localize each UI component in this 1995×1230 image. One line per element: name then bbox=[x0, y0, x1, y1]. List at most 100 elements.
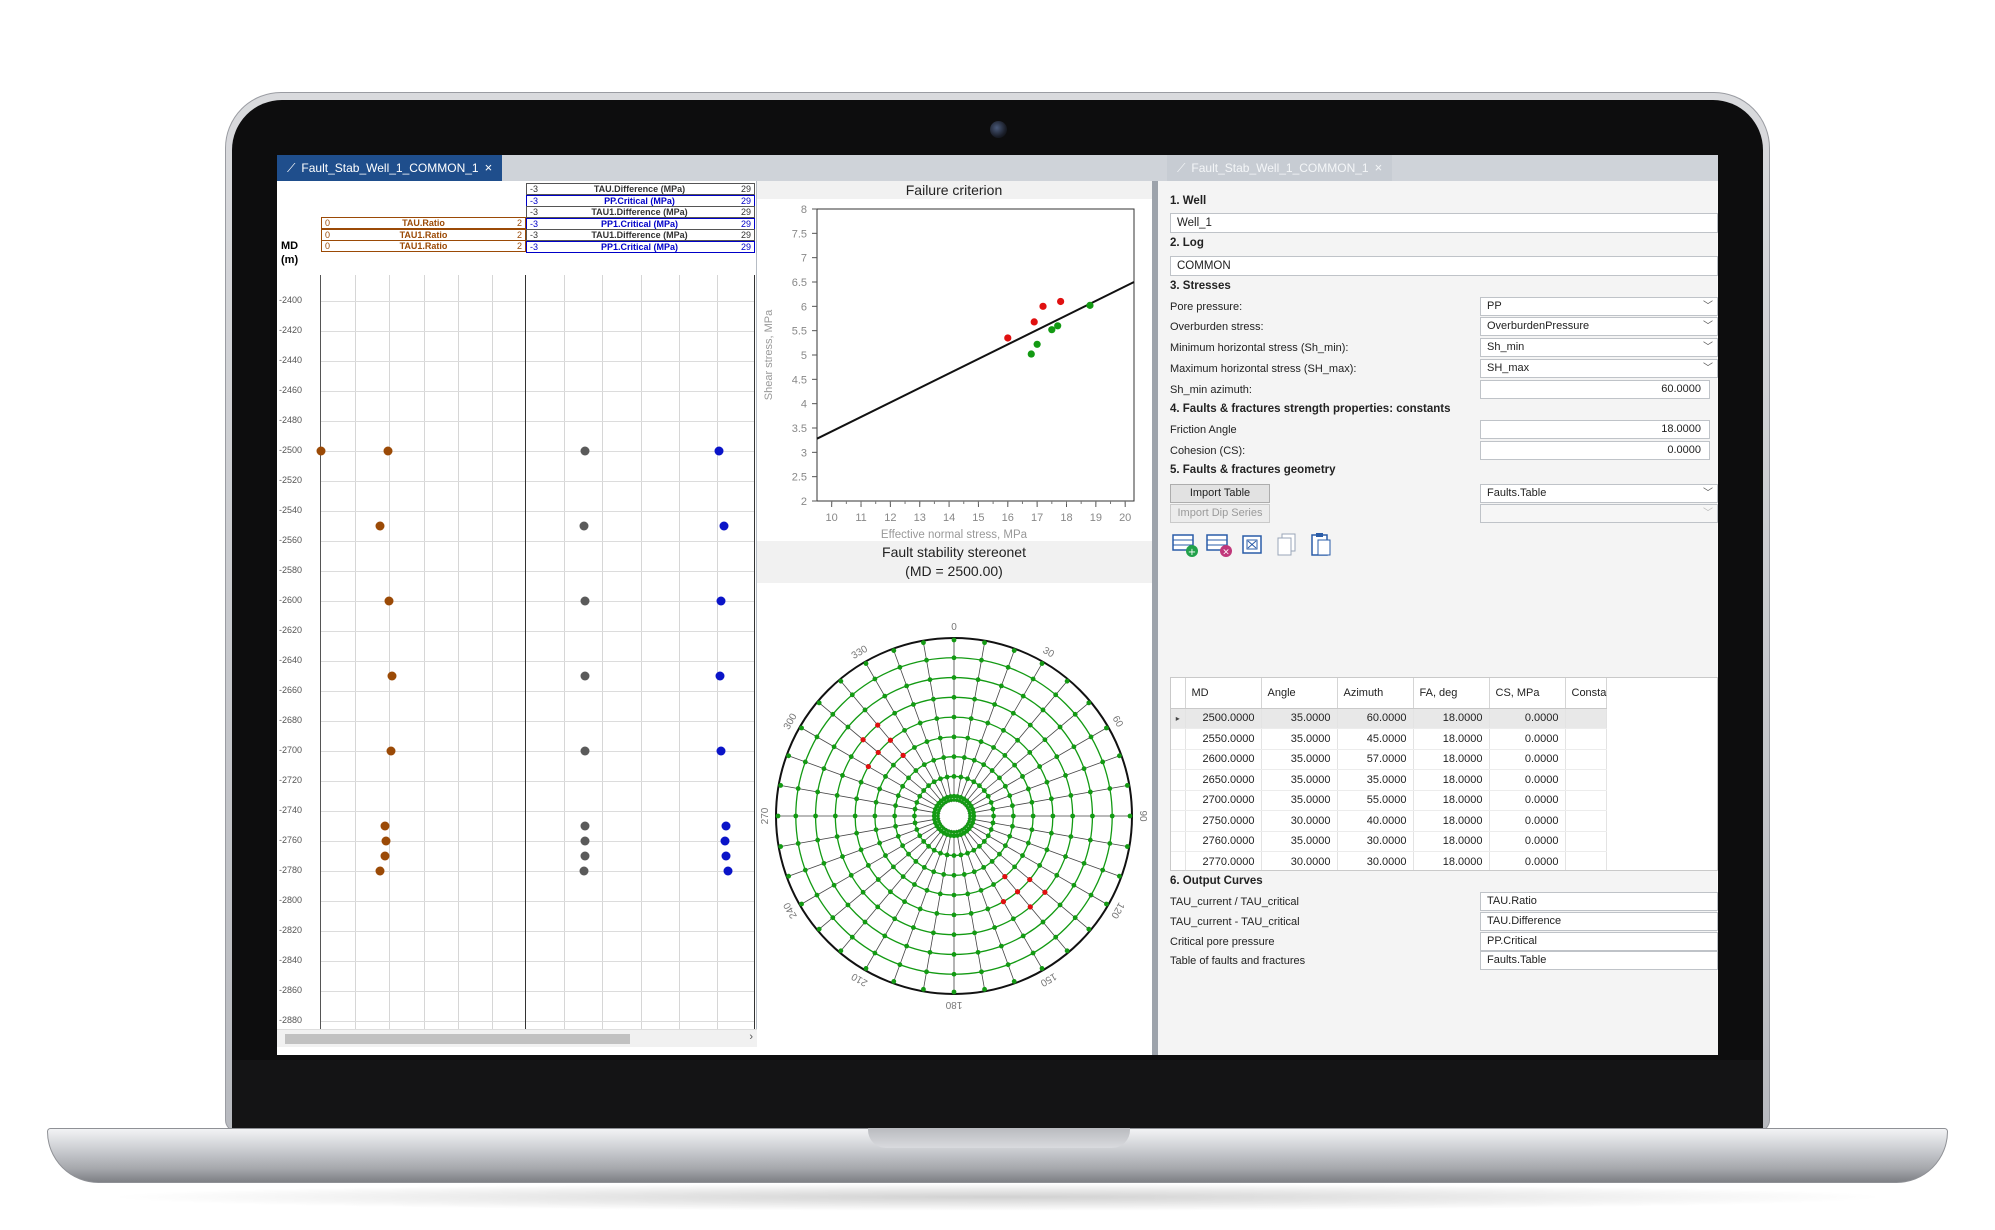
tab-fault-stab-left[interactable]: ⟋ Fault_Stab_Well_1_COMMON_1 × bbox=[277, 155, 503, 181]
row-selector[interactable] bbox=[1171, 790, 1186, 811]
ratio-track[interactable] bbox=[316, 275, 526, 1029]
import-dip-button[interactable]: Import Dip Series bbox=[1170, 504, 1270, 523]
remove-row-icon[interactable]: × bbox=[1204, 531, 1234, 559]
table-row[interactable]: 2550.0000 35.0000 45.0000 18.0000 0.0000 bbox=[1171, 728, 1608, 750]
paste-icon[interactable] bbox=[1306, 531, 1336, 559]
log-field[interactable]: COMMON bbox=[1170, 256, 1718, 276]
track-header-3[interactable]: -3 TAU1.Difference (MPa) 29 bbox=[526, 206, 755, 218]
close-icon[interactable]: × bbox=[1375, 155, 1383, 181]
table-cell[interactable] bbox=[1565, 851, 1608, 870]
table-cell[interactable]: 35.0000 bbox=[1261, 831, 1338, 852]
table-row[interactable]: ▸ 2500.0000 35.0000 60.0000 18.0000 0.0000 bbox=[1171, 708, 1608, 729]
column-header[interactable]: MD bbox=[1185, 678, 1262, 709]
horizontal-scrollbar[interactable]: › bbox=[277, 1029, 757, 1047]
table-cell[interactable]: 18.0000 bbox=[1413, 749, 1490, 770]
import-dip-select[interactable]: ﹀ bbox=[1480, 504, 1718, 523]
table-cell[interactable]: 2600.0000 bbox=[1185, 749, 1262, 770]
row-selector[interactable] bbox=[1171, 749, 1186, 770]
track-header-left-2[interactable]: 0 TAU1.Ratio 2 bbox=[321, 228, 526, 241]
output-field-difference[interactable]: TAU.Difference bbox=[1480, 912, 1718, 931]
table-cell[interactable]: 2550.0000 bbox=[1185, 728, 1262, 750]
add-row-icon[interactable]: + bbox=[1170, 531, 1200, 559]
table-row[interactable]: 2650.0000 35.0000 35.0000 18.0000 0.0000 bbox=[1171, 769, 1608, 791]
table-cell[interactable]: 2770.0000 bbox=[1185, 851, 1262, 870]
table-cell[interactable]: 30.0000 bbox=[1337, 831, 1414, 852]
output-field-ratio[interactable]: TAU.Ratio bbox=[1480, 892, 1718, 911]
well-field[interactable]: Well_1 bbox=[1170, 213, 1718, 233]
table-cell[interactable]: 0.0000 bbox=[1489, 810, 1566, 832]
table-cell[interactable]: 35.0000 bbox=[1261, 728, 1338, 750]
pore-pressure-select[interactable]: PP ﹀ bbox=[1480, 297, 1718, 316]
column-header[interactable]: Consta bbox=[1565, 678, 1608, 709]
table-cell[interactable]: 2500.0000 bbox=[1185, 708, 1262, 729]
table-row[interactable]: 2770.0000 30.0000 30.0000 18.0000 0.0000 bbox=[1171, 851, 1608, 870]
azimuth-input[interactable]: 60.0000 bbox=[1480, 380, 1710, 399]
table-cell[interactable]: 30.0000 bbox=[1261, 851, 1338, 870]
column-header[interactable]: CS, MPa bbox=[1489, 678, 1566, 709]
table-cell[interactable]: 0.0000 bbox=[1489, 790, 1566, 811]
row-selector[interactable] bbox=[1171, 851, 1186, 870]
output-field-critical[interactable]: PP.Critical bbox=[1480, 932, 1718, 951]
table-cell[interactable] bbox=[1565, 790, 1608, 811]
copy-icon[interactable] bbox=[1272, 531, 1302, 559]
track-header-2[interactable]: -3 PP.Critical (MPa) 29 bbox=[526, 194, 755, 207]
table-cell[interactable]: 35.0000 bbox=[1261, 749, 1338, 770]
table-cell[interactable]: 35.0000 bbox=[1261, 790, 1338, 811]
table-cell[interactable]: 35.0000 bbox=[1261, 769, 1338, 791]
track-header-1[interactable]: -3 TAU.Difference (MPa) 29 bbox=[526, 183, 755, 195]
table-row[interactable]: 2750.0000 30.0000 40.0000 18.0000 0.0000 bbox=[1171, 810, 1608, 832]
table-cell[interactable]: 0.0000 bbox=[1489, 749, 1566, 770]
table-cell[interactable]: 0.0000 bbox=[1489, 728, 1566, 750]
table-cell[interactable]: 2650.0000 bbox=[1185, 769, 1262, 791]
table-cell[interactable] bbox=[1565, 831, 1608, 852]
table-cell[interactable]: 57.0000 bbox=[1337, 749, 1414, 770]
table-cell[interactable]: 18.0000 bbox=[1413, 769, 1490, 791]
scrollbar-thumb[interactable] bbox=[285, 1034, 630, 1044]
import-table-select[interactable]: Faults.Table ﹀ bbox=[1480, 484, 1718, 503]
chevron-right-icon[interactable]: › bbox=[749, 1031, 753, 1043]
track-header-6[interactable]: -3 PP1.Critical (MPa) 29 bbox=[526, 240, 755, 253]
table-cell[interactable]: 60.0000 bbox=[1337, 708, 1414, 729]
close-icon[interactable]: × bbox=[485, 155, 493, 181]
row-selector[interactable]: ▸ bbox=[1171, 708, 1186, 729]
friction-input[interactable]: 18.0000 bbox=[1480, 420, 1710, 439]
table-cell[interactable]: 2750.0000 bbox=[1185, 810, 1262, 832]
track-header-4[interactable]: -3 PP1.Critical (MPa) 29 bbox=[526, 217, 755, 230]
table-cell[interactable]: 0.0000 bbox=[1489, 769, 1566, 791]
table-cell[interactable] bbox=[1565, 810, 1608, 832]
clear-table-icon[interactable] bbox=[1238, 531, 1268, 559]
shmin-select[interactable]: Sh_min ﹀ bbox=[1480, 338, 1718, 357]
faults-table[interactable]: MD Angle Azimuth FA, deg CS, MPa Consta ▸ 2500.… bbox=[1170, 677, 1718, 871]
table-cell[interactable]: 0.0000 bbox=[1489, 708, 1566, 729]
table-cell[interactable]: 35.0000 bbox=[1337, 769, 1414, 791]
table-cell[interactable]: 18.0000 bbox=[1413, 708, 1490, 729]
well-log-panel[interactable]: -3 TAU.Difference (MPa) 29 -3 PP.Critical (M… bbox=[277, 181, 757, 1029]
table-cell[interactable]: 18.0000 bbox=[1413, 790, 1490, 811]
table-row[interactable]: 2600.0000 35.0000 57.0000 18.0000 0.0000 bbox=[1171, 749, 1608, 770]
difference-critical-track[interactable] bbox=[526, 275, 755, 1029]
table-cell[interactable]: 2700.0000 bbox=[1185, 790, 1262, 811]
table-cell[interactable] bbox=[1565, 708, 1608, 729]
track-header-5[interactable]: -3 TAU1.Difference (MPa) 29 bbox=[526, 229, 755, 241]
table-row[interactable]: 2760.0000 35.0000 30.0000 18.0000 0.0000 bbox=[1171, 831, 1608, 852]
table-cell[interactable]: 18.0000 bbox=[1413, 810, 1490, 832]
row-selector[interactable] bbox=[1171, 728, 1186, 750]
cohesion-input[interactable]: 0.0000 bbox=[1480, 441, 1710, 460]
table-cell[interactable]: 55.0000 bbox=[1337, 790, 1414, 811]
table-cell[interactable]: 18.0000 bbox=[1413, 728, 1490, 750]
shmax-select[interactable]: SH_max ﹀ bbox=[1480, 359, 1718, 378]
output-field-table[interactable]: Faults.Table bbox=[1480, 951, 1718, 970]
table-cell[interactable]: 18.0000 bbox=[1413, 831, 1490, 852]
column-header[interactable]: Azimuth bbox=[1337, 678, 1414, 709]
table-cell[interactable]: 30.0000 bbox=[1261, 810, 1338, 832]
table-cell[interactable]: 40.0000 bbox=[1337, 810, 1414, 832]
table-row[interactable]: 2700.0000 35.0000 55.0000 18.0000 0.0000 bbox=[1171, 790, 1608, 811]
table-cell[interactable] bbox=[1565, 769, 1608, 791]
table-cell[interactable]: 35.0000 bbox=[1261, 708, 1338, 729]
row-selector[interactable] bbox=[1171, 831, 1186, 852]
table-cell[interactable]: 0.0000 bbox=[1489, 851, 1566, 870]
table-cell[interactable]: 2760.0000 bbox=[1185, 831, 1262, 852]
column-header[interactable]: FA, deg bbox=[1413, 678, 1490, 709]
track-header-left-1[interactable]: 0 TAU.Ratio 2 bbox=[321, 217, 526, 229]
row-selector[interactable] bbox=[1171, 769, 1186, 791]
